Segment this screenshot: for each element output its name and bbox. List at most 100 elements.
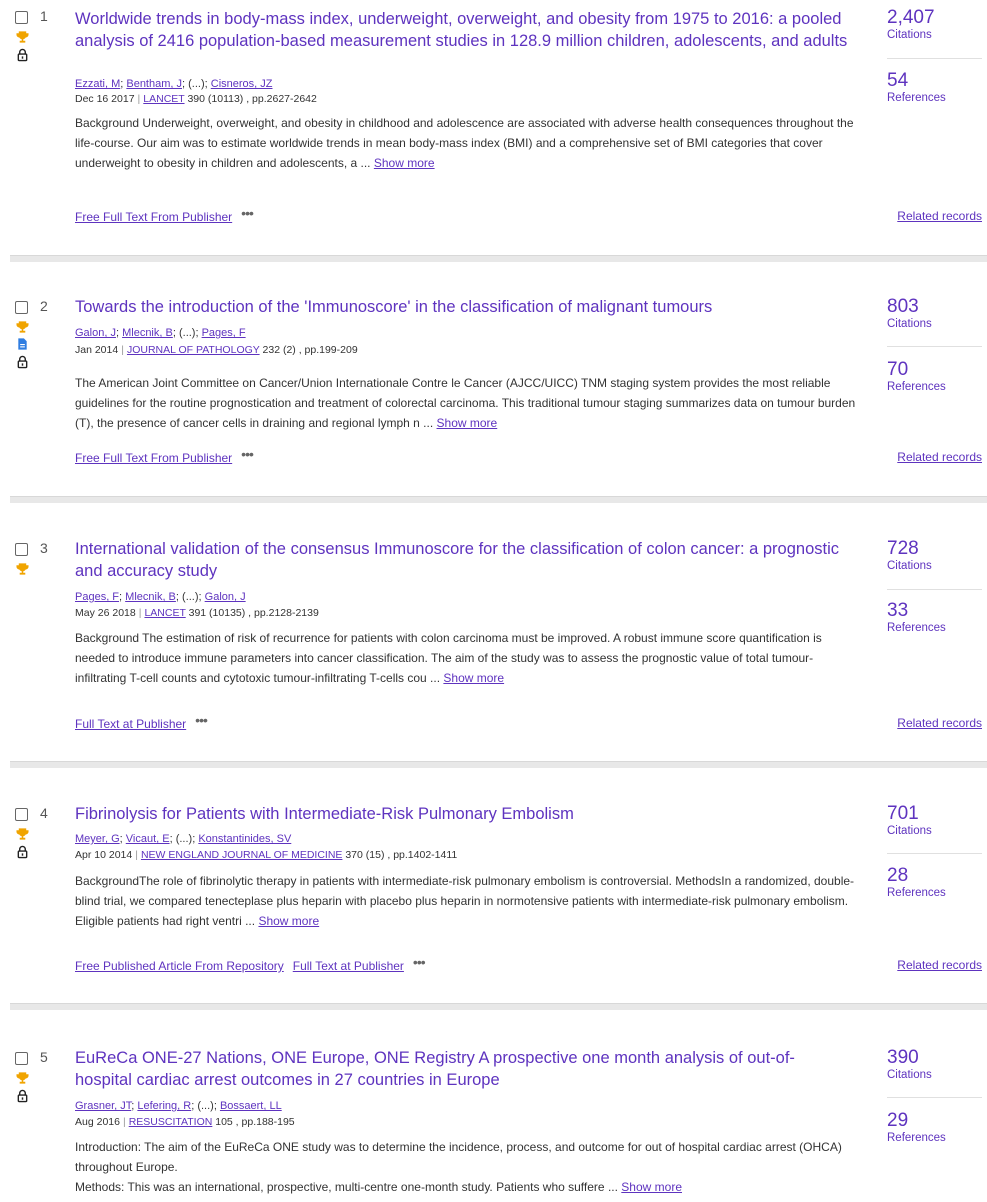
related-records-link[interactable]: Related records xyxy=(897,450,982,464)
related-records-link[interactable]: Related records xyxy=(897,209,982,223)
select-checkbox[interactable] xyxy=(15,11,28,24)
metrics-panel: 390 Citations 29 References xyxy=(887,1047,982,1144)
metrics-divider xyxy=(887,589,982,590)
author-list: Meyer, G; Vicaut, E; (...); Konstantinid… xyxy=(75,833,292,845)
references-count[interactable]: 54 xyxy=(887,70,946,91)
citations-count[interactable]: 701 xyxy=(887,803,982,824)
references-label: References xyxy=(887,1132,946,1144)
show-more-link[interactable]: Show more xyxy=(258,914,319,928)
abstract: BackgroundThe role of fibrinolytic thera… xyxy=(75,871,860,931)
metrics-panel: 803 Citations 70 References xyxy=(887,296,982,393)
author-link[interactable]: Bossaert, LL xyxy=(220,1100,282,1112)
journal-link[interactable]: LANCET xyxy=(143,93,184,105)
document-icon xyxy=(18,338,27,350)
record-title[interactable]: Towards the introduction of the 'Immunos… xyxy=(75,296,850,318)
volume-pages: 390 (10113) , pp.2627-2642 xyxy=(187,93,317,105)
record-number: 1 xyxy=(40,8,48,24)
author-link[interactable]: Pages, F xyxy=(202,327,246,339)
citations-count[interactable]: 390 xyxy=(887,1047,982,1068)
references-count[interactable]: 70 xyxy=(887,359,946,380)
full-text-link[interactable]: Free Full Text From Publisher xyxy=(75,210,232,224)
more-options-icon[interactable]: ••• xyxy=(241,205,254,221)
journal-link[interactable]: RESUSCITATION xyxy=(129,1116,213,1128)
full-text-link[interactable]: Full Text at Publisher xyxy=(293,959,404,973)
record-title[interactable]: Fibrinolysis for Patients with Intermedi… xyxy=(75,803,850,825)
show-more-link[interactable]: Show more xyxy=(437,416,498,430)
record-title[interactable]: International validation of the consensu… xyxy=(75,538,850,582)
author-link[interactable]: Ezzati, M xyxy=(75,78,120,90)
abstract-line: Introduction: The aim of the EuReCa ONE … xyxy=(75,1140,842,1174)
lock-open-icon xyxy=(17,48,28,62)
author-link[interactable]: Mlecnik, B xyxy=(125,591,176,603)
authors-ellipsis[interactable]: (...) xyxy=(179,327,196,339)
author-link[interactable]: Cisneros, JZ xyxy=(211,78,273,90)
record-number: 2 xyxy=(40,298,48,314)
author-link[interactable]: Bentham, J xyxy=(126,78,182,90)
journal-link[interactable]: NEW ENGLAND JOURNAL OF MEDICINE xyxy=(141,849,342,861)
citations-count[interactable]: 803 xyxy=(887,296,982,317)
author-link[interactable]: Konstantinides, SV xyxy=(198,833,291,845)
citations-label: Citations xyxy=(887,825,932,837)
fulltext-links: Full Text at Publisher ••• xyxy=(75,712,208,731)
record-title[interactable]: EuReCa ONE-27 Nations, ONE Europe, ONE R… xyxy=(75,1047,850,1091)
abstract: The American Joint Committee on Cancer/U… xyxy=(75,373,860,433)
record-divider xyxy=(10,761,987,768)
abstract-line: Methods: This was an international, pros… xyxy=(75,1180,682,1194)
record-divider xyxy=(10,1003,987,1010)
authors-ellipsis[interactable]: (...) xyxy=(176,833,193,845)
author-link[interactable]: Meyer, G xyxy=(75,833,120,845)
author-link[interactable]: Vicaut, E xyxy=(126,833,170,845)
authors-ellipsis[interactable]: (...) xyxy=(188,78,205,90)
more-options-icon[interactable]: ••• xyxy=(241,446,254,462)
metrics-divider xyxy=(887,346,982,347)
volume-pages: 232 (2) , pp.199-209 xyxy=(262,344,358,356)
trophy-icon xyxy=(16,321,29,333)
record-title[interactable]: Worldwide trends in body-mass index, und… xyxy=(75,8,850,52)
references-label: References xyxy=(887,92,946,104)
show-more-link[interactable]: Show more xyxy=(443,671,504,685)
volume-pages: 370 (15) , pp.1402-1411 xyxy=(345,849,458,861)
select-checkbox[interactable] xyxy=(15,301,28,314)
full-text-link[interactable]: Full Text at Publisher xyxy=(75,717,186,731)
pub-date: Apr 10 2014 xyxy=(75,849,133,861)
author-link[interactable]: Lefering, R xyxy=(137,1100,191,1112)
record-divider xyxy=(10,255,987,262)
authors-ellipsis[interactable]: (...) xyxy=(182,591,199,603)
citations-count[interactable]: 2,407 xyxy=(887,7,982,28)
author-link[interactable]: Grasner, JT xyxy=(75,1100,131,1112)
authors-ellipsis[interactable]: (...) xyxy=(197,1100,214,1112)
lock-open-icon xyxy=(17,355,28,369)
references-count[interactable]: 28 xyxy=(887,865,946,886)
journal-link[interactable]: LANCET xyxy=(144,607,185,619)
references-count[interactable]: 29 xyxy=(887,1110,946,1131)
related-records-link[interactable]: Related records xyxy=(897,716,982,730)
author-link[interactable]: Mlecnik, B xyxy=(122,327,173,339)
journal-link[interactable]: JOURNAL OF PATHOLOGY xyxy=(127,344,260,356)
select-checkbox[interactable] xyxy=(15,808,28,821)
author-link[interactable]: Galon, J xyxy=(205,591,246,603)
show-more-link[interactable]: Show more xyxy=(621,1180,682,1194)
abstract-text: Background Underweight, overweight, and … xyxy=(75,116,854,170)
trophy-icon xyxy=(16,563,29,575)
related-records-link[interactable]: Related records xyxy=(897,958,982,972)
references-count[interactable]: 33 xyxy=(887,600,946,621)
citations-count[interactable]: 728 xyxy=(887,538,982,559)
record-number: 3 xyxy=(40,540,48,556)
author-link[interactable]: Galon, J xyxy=(75,327,116,339)
pub-date: Aug 2016 xyxy=(75,1116,120,1128)
fulltext-links: Free Full Text From Publisher ••• xyxy=(75,205,254,224)
full-text-link[interactable]: Free Published Article From Repository xyxy=(75,959,284,973)
full-text-link[interactable]: Free Full Text From Publisher xyxy=(75,451,232,465)
abstract: Background Underweight, overweight, and … xyxy=(75,113,860,173)
record-number: 5 xyxy=(40,1049,48,1065)
more-options-icon[interactable]: ••• xyxy=(413,954,426,970)
select-checkbox[interactable] xyxy=(15,543,28,556)
citations-label: Citations xyxy=(887,318,932,330)
metrics-panel: 701 Citations 28 References xyxy=(887,803,982,899)
metrics-divider xyxy=(887,853,982,854)
author-link[interactable]: Pages, F xyxy=(75,591,119,603)
more-options-icon[interactable]: ••• xyxy=(195,712,208,728)
record-divider xyxy=(10,496,987,503)
select-checkbox[interactable] xyxy=(15,1052,28,1065)
show-more-link[interactable]: Show more xyxy=(374,156,435,170)
